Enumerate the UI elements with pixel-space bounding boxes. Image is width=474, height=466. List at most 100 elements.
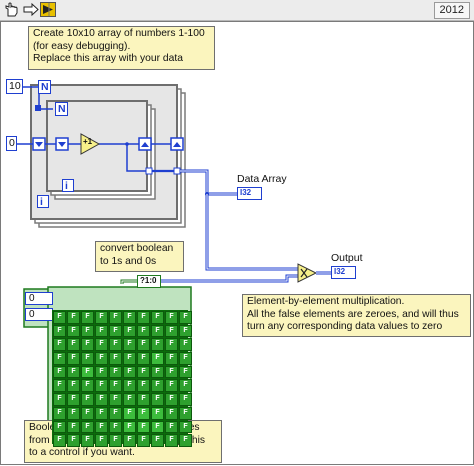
boolean-cell[interactable]: F bbox=[151, 406, 164, 420]
boolean-cell[interactable]: F bbox=[179, 352, 192, 365]
boolean-cell[interactable]: F bbox=[95, 434, 108, 447]
arrow-right-icon[interactable] bbox=[23, 2, 39, 17]
boolean-cell[interactable]: F bbox=[53, 365, 66, 379]
boolean-cell[interactable]: F bbox=[67, 393, 80, 406]
boolean-cell[interactable]: F bbox=[53, 406, 66, 420]
boolean-cell[interactable]: F bbox=[123, 434, 136, 447]
boolean-cell[interactable]: F bbox=[165, 406, 178, 420]
boolean-cell[interactable]: F bbox=[179, 434, 192, 447]
boolean-cell[interactable]: F bbox=[137, 365, 150, 379]
boolean-cell[interactable]: F bbox=[81, 406, 94, 420]
loop-count-constant[interactable]: 10 bbox=[6, 79, 23, 94]
boolean-cell[interactable]: F bbox=[67, 365, 80, 379]
boolean-cell[interactable]: F bbox=[109, 311, 122, 324]
boolean-cell[interactable]: F bbox=[179, 393, 192, 406]
boolean-cell[interactable]: F bbox=[109, 365, 122, 379]
boolean-array-constant[interactable]: FFFFFFFFFFFFFFFFFFFFFFFFFFFFFFFFFFFFFFFF… bbox=[52, 310, 192, 447]
boolean-cell[interactable]: F bbox=[123, 420, 136, 434]
boolean-cell[interactable]: F bbox=[81, 324, 94, 338]
boolean-cell[interactable]: F bbox=[165, 379, 178, 393]
boolean-cell[interactable]: F bbox=[95, 420, 108, 434]
boolean-cell[interactable]: F bbox=[137, 352, 150, 365]
boolean-cell[interactable]: F bbox=[67, 352, 80, 365]
boolean-cell[interactable]: F bbox=[151, 311, 164, 324]
boolean-cell[interactable]: F bbox=[67, 434, 80, 447]
boolean-cell[interactable]: F bbox=[53, 311, 66, 324]
boolean-cell[interactable]: F bbox=[81, 352, 94, 365]
boolean-cell[interactable]: F bbox=[109, 379, 122, 393]
boolean-cell[interactable]: F bbox=[151, 379, 164, 393]
boolean-cell[interactable]: F bbox=[137, 379, 150, 393]
boolean-cell[interactable]: F bbox=[53, 338, 66, 352]
boolean-cell[interactable]: F bbox=[81, 393, 94, 406]
boolean-cell[interactable]: F bbox=[165, 311, 178, 324]
boolean-cell[interactable]: F bbox=[165, 365, 178, 379]
boolean-cell[interactable]: F bbox=[151, 393, 164, 406]
boolean-cell[interactable]: F bbox=[123, 311, 136, 324]
boolean-cell[interactable]: F bbox=[95, 393, 108, 406]
boolean-cell[interactable]: F bbox=[67, 324, 80, 338]
boolean-cell[interactable]: F bbox=[123, 338, 136, 352]
boolean-cell[interactable]: F bbox=[53, 434, 66, 447]
boolean-cell[interactable]: F bbox=[109, 352, 122, 365]
hand-pointer-icon[interactable] bbox=[4, 2, 20, 17]
boolean-cell[interactable]: F bbox=[179, 311, 192, 324]
boolean-cell[interactable]: F bbox=[151, 420, 164, 434]
boolean-cell[interactable]: F bbox=[123, 393, 136, 406]
boolean-cell[interactable]: F bbox=[165, 434, 178, 447]
boolean-cell[interactable]: F bbox=[151, 324, 164, 338]
boolean-cell[interactable]: F bbox=[67, 338, 80, 352]
boolean-cell[interactable]: F bbox=[123, 324, 136, 338]
boolean-cell[interactable]: F bbox=[109, 324, 122, 338]
array-row-index[interactable]: 0 bbox=[25, 292, 53, 305]
boolean-cell[interactable]: F bbox=[53, 324, 66, 338]
boolean-cell[interactable]: F bbox=[81, 379, 94, 393]
boolean-cell[interactable]: F bbox=[123, 365, 136, 379]
boolean-cell[interactable]: F bbox=[95, 406, 108, 420]
boolean-cell[interactable]: F bbox=[137, 393, 150, 406]
boolean-cell[interactable]: F bbox=[137, 420, 150, 434]
boolean-cell[interactable]: F bbox=[109, 434, 122, 447]
boolean-cell[interactable]: F bbox=[53, 379, 66, 393]
boolean-cell[interactable]: F bbox=[151, 338, 164, 352]
boolean-cell[interactable]: F bbox=[165, 352, 178, 365]
boolean-cell[interactable]: F bbox=[165, 420, 178, 434]
boolean-cell[interactable]: F bbox=[109, 338, 122, 352]
boolean-cell[interactable]: F bbox=[95, 324, 108, 338]
boolean-cell[interactable]: F bbox=[137, 406, 150, 420]
boolean-cell[interactable]: F bbox=[137, 338, 150, 352]
boolean-cell[interactable]: F bbox=[151, 434, 164, 447]
boolean-cell[interactable]: F bbox=[179, 420, 192, 434]
boolean-cell[interactable]: F bbox=[95, 365, 108, 379]
boolean-cell[interactable]: F bbox=[67, 406, 80, 420]
boolean-cell[interactable]: F bbox=[165, 324, 178, 338]
block-diagram[interactable]: Create 10x10 array of numbers 1-100 (for… bbox=[0, 21, 474, 465]
boolean-cell[interactable]: F bbox=[179, 365, 192, 379]
boolean-cell[interactable]: F bbox=[95, 338, 108, 352]
boolean-cell[interactable]: F bbox=[53, 393, 66, 406]
boolean-cell[interactable]: F bbox=[67, 311, 80, 324]
boolean-cell[interactable]: F bbox=[123, 406, 136, 420]
boolean-cell[interactable]: F bbox=[81, 420, 94, 434]
increment-function[interactable]: +1 bbox=[83, 137, 92, 146]
boolean-cell[interactable]: F bbox=[67, 420, 80, 434]
initial-value-constant[interactable]: 0 bbox=[6, 136, 17, 151]
boolean-cell[interactable]: F bbox=[95, 352, 108, 365]
boolean-cell[interactable]: F bbox=[67, 379, 80, 393]
boolean-cell[interactable]: F bbox=[53, 352, 66, 365]
boolean-cell[interactable]: F bbox=[179, 379, 192, 393]
boolean-cell[interactable]: F bbox=[123, 352, 136, 365]
boolean-cell[interactable]: F bbox=[109, 406, 122, 420]
boolean-cell[interactable]: F bbox=[151, 352, 164, 365]
run-arrow-icon[interactable] bbox=[40, 2, 56, 17]
boolean-cell[interactable]: F bbox=[179, 406, 192, 420]
boolean-cell[interactable]: F bbox=[109, 420, 122, 434]
boolean-cell[interactable]: F bbox=[137, 311, 150, 324]
array-column-index[interactable]: 0 bbox=[25, 308, 53, 321]
boolean-cell[interactable]: F bbox=[53, 420, 66, 434]
boolean-cell[interactable]: F bbox=[165, 338, 178, 352]
boolean-cell[interactable]: F bbox=[81, 311, 94, 324]
boolean-cell[interactable]: F bbox=[123, 379, 136, 393]
boolean-cell[interactable]: F bbox=[165, 393, 178, 406]
boolean-cell[interactable]: F bbox=[137, 324, 150, 338]
